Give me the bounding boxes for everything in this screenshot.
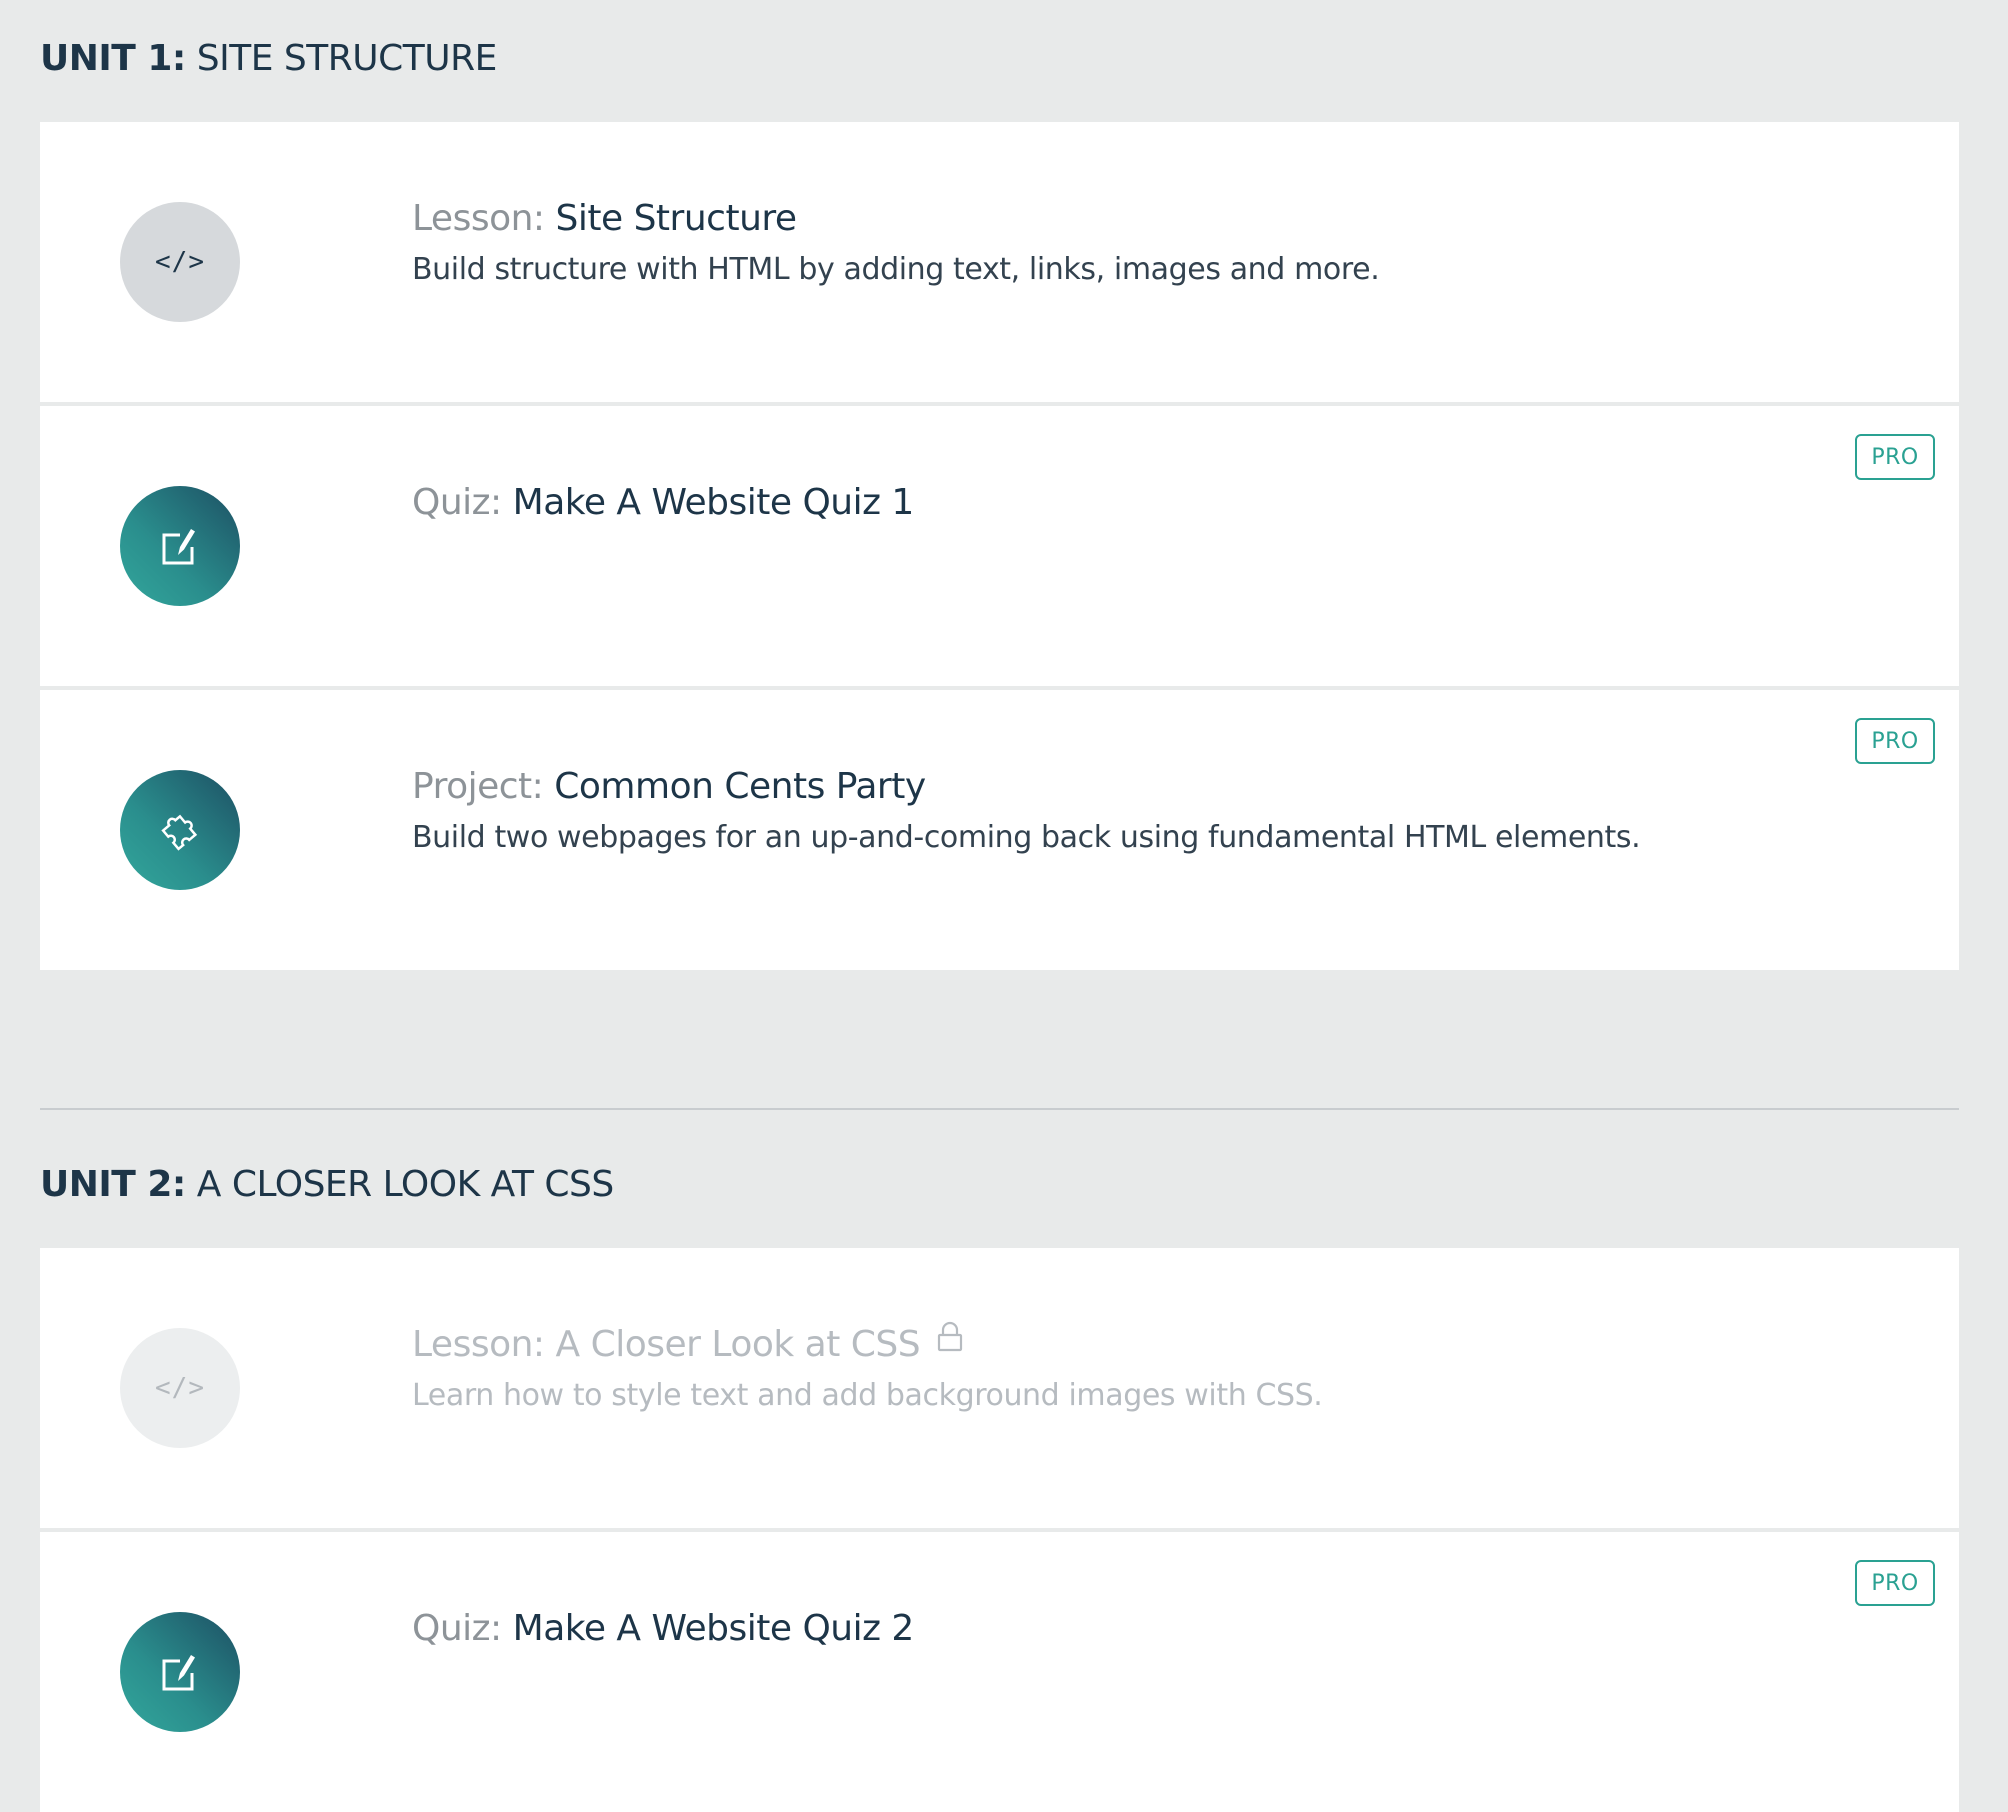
code-glyph: </> [155,247,205,277]
quiz-1-card[interactable]: Quiz: Make A Website Quiz 1 PRO [40,406,1959,686]
quiz-2-card[interactable]: Quiz: Make A Website Quiz 2 PRO [40,1532,1959,1812]
item-title-link[interactable]: Common Cents Party [554,766,926,807]
code-icon: </> [120,1328,240,1448]
item-title-link[interactable]: Make A Website Quiz 1 [513,482,915,523]
lock-icon [937,1317,963,1367]
quiz-edit-icon [120,486,240,606]
unit-2-number: UNIT 2: [40,1164,186,1205]
item-title-link[interactable]: Site Structure [556,198,798,239]
unit-2-name: A CLOSER LOOK AT CSS [196,1164,614,1205]
item-kind: Lesson: [412,1324,545,1365]
pro-badge: PRO [1855,434,1935,480]
unit-1-header: UNIT 1: SITE STRUCTURE [40,38,497,79]
lesson-closer-look-css-card[interactable]: </> Lesson: A Closer Look at CSS Learn h… [40,1248,1959,1528]
item-description: Learn how to style text and add backgrou… [412,1378,1323,1413]
lesson-site-structure-card[interactable]: </> Lesson: Site Structure Build structu… [40,122,1959,402]
item-description: Build two webpages for an up-and-coming … [412,820,1641,855]
card-title: Lesson: A Closer Look at CSS [412,1320,1839,1370]
item-kind: Lesson: [412,198,545,239]
card-title: Project: Common Cents Party [412,762,1839,812]
item-title-link[interactable]: A Closer Look at CSS [556,1324,921,1365]
item-kind: Quiz: [412,482,502,523]
card-title: Quiz: Make A Website Quiz 2 [412,1604,1839,1654]
unit-1-number: UNIT 1: [40,38,186,79]
code-glyph: </> [155,1373,205,1403]
unit-divider [40,1108,1959,1110]
pro-badge: PRO [1855,718,1935,764]
code-icon: </> [120,202,240,322]
unit-2-header: UNIT 2: A CLOSER LOOK AT CSS [40,1164,614,1205]
item-description: Build structure with HTML by adding text… [412,252,1380,287]
item-kind: Quiz: [412,1608,502,1649]
unit-1-name: SITE STRUCTURE [196,38,498,79]
puzzle-icon [120,770,240,890]
card-title: Quiz: Make A Website Quiz 1 [412,478,1839,528]
card-title: Lesson: Site Structure [412,194,1839,244]
project-common-cents-card[interactable]: Project: Common Cents Party Build two we… [40,690,1959,970]
pro-badge: PRO [1855,1560,1935,1606]
quiz-edit-icon [120,1612,240,1732]
item-title-link[interactable]: Make A Website Quiz 2 [513,1608,915,1649]
item-kind: Project: [412,766,544,807]
